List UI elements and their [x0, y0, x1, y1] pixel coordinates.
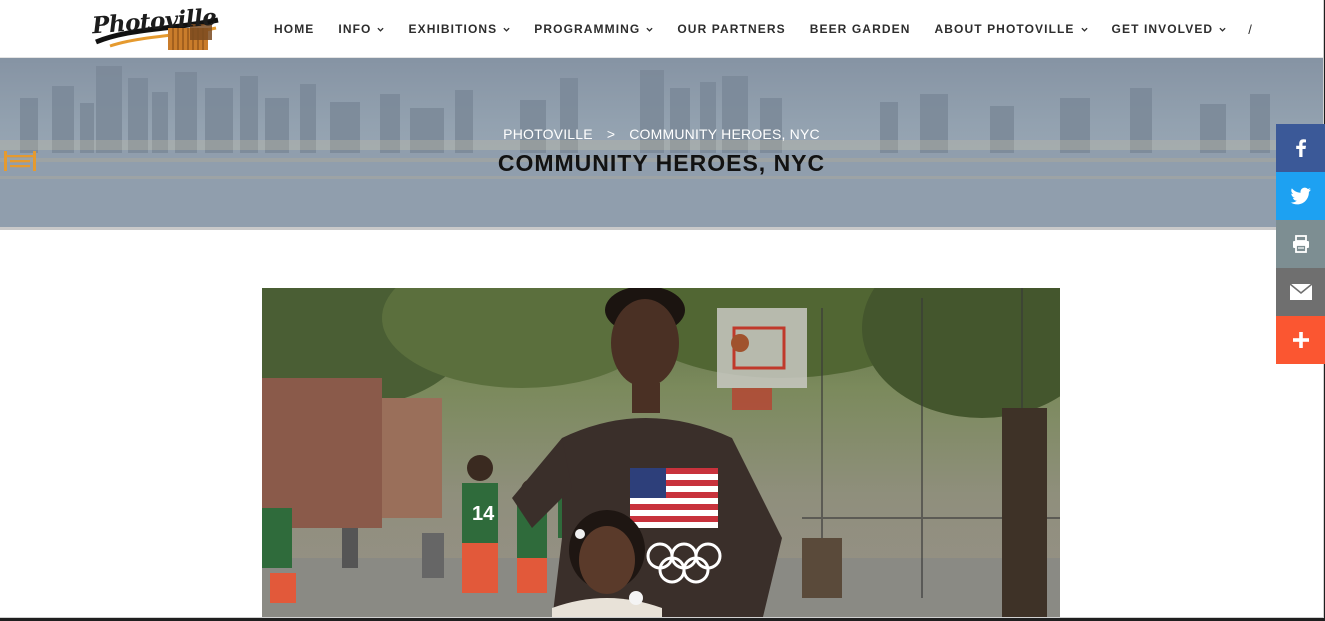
facebook-icon — [1295, 139, 1306, 157]
breadcrumb: PHOTOVILLE > COMMUNITY HEROES, NYC — [0, 126, 1323, 142]
breadcrumb-home-link[interactable]: PHOTOVILLE — [503, 126, 593, 142]
plus-icon — [1292, 332, 1309, 348]
wing-right-icon — [4, 151, 36, 171]
email-icon — [1288, 283, 1313, 300]
twitter-share-button[interactable] — [1276, 172, 1325, 220]
page-title: COMMUNITY HEROES, NYC — [497, 149, 826, 176]
chevron-down-icon — [646, 27, 653, 32]
main-nav: HOME INFO EXHIBITIONS PROGRAMMING OUR PA… — [262, 0, 1252, 58]
facebook-share-button[interactable] — [1276, 124, 1325, 172]
chevron-down-icon — [1080, 27, 1088, 32]
photoville-logo[interactable]: Photoville — [90, 4, 222, 54]
twitter-icon — [1290, 187, 1311, 205]
nav-beer-garden-label: BEER GARDEN — [809, 22, 911, 36]
jersey-number: 14 — [472, 503, 495, 525]
site-header: Photoville HOME INFO EXHIBITIONS PROGRAM… — [0, 0, 1323, 58]
nav-exhibitions-label: EXHIBITIONS — [408, 22, 498, 36]
nav-our-partners-label: OUR PARTNERS — [677, 22, 786, 36]
feature-photo[interactable]: 14 — [262, 288, 1060, 617]
share-sidebar — [1276, 124, 1325, 364]
nav-get-involved-label: GET INVOLVED — [1111, 22, 1214, 36]
nav-our-partners[interactable]: OUR PARTNERS — [665, 0, 797, 58]
page: Photoville HOME INFO EXHIBITIONS PROGRAM… — [0, 0, 1323, 617]
breadcrumb-current: COMMUNITY HEROES, NYC — [629, 126, 820, 142]
more-share-button[interactable] — [1276, 316, 1325, 364]
page-title-row: COMMUNITY HEROES, NYC — [0, 148, 1323, 178]
nav-programming[interactable]: PROGRAMMING — [522, 0, 665, 58]
nav-about-photoville[interactable]: ABOUT PHOTOVILLE — [922, 0, 1099, 58]
nav-about-photoville-label: ABOUT PHOTOVILLE — [934, 22, 1075, 36]
hero-divider — [0, 227, 1323, 230]
nav-home-label: HOME — [274, 22, 315, 36]
chevron-down-icon — [1219, 27, 1226, 32]
breadcrumb-separator: > — [606, 126, 616, 142]
nav-slash: / — [1248, 21, 1252, 37]
chevron-down-icon — [503, 27, 510, 32]
hero-overlay — [0, 58, 1323, 230]
print-icon — [1292, 235, 1309, 253]
nav-exhibitions[interactable]: EXHIBITIONS — [396, 0, 522, 58]
nav-programming-label: PROGRAMMING — [534, 22, 641, 36]
nav-beer-garden[interactable]: BEER GARDEN — [798, 0, 923, 58]
nav-info-label: INFO — [338, 22, 372, 36]
page-hero-banner: PHOTOVILLE > COMMUNITY HEROES, NYC COMMUNI… — [0, 58, 1323, 230]
nav-home[interactable]: HOME — [262, 0, 326, 58]
chevron-down-icon — [377, 27, 385, 32]
nav-info[interactable]: INFO — [326, 0, 396, 58]
nav-get-involved[interactable]: GET INVOLVED — [1100, 0, 1239, 58]
print-button[interactable] — [1276, 220, 1325, 268]
basketball-court-photo: 14 — [262, 288, 1060, 617]
email-share-button[interactable] — [1276, 268, 1325, 316]
